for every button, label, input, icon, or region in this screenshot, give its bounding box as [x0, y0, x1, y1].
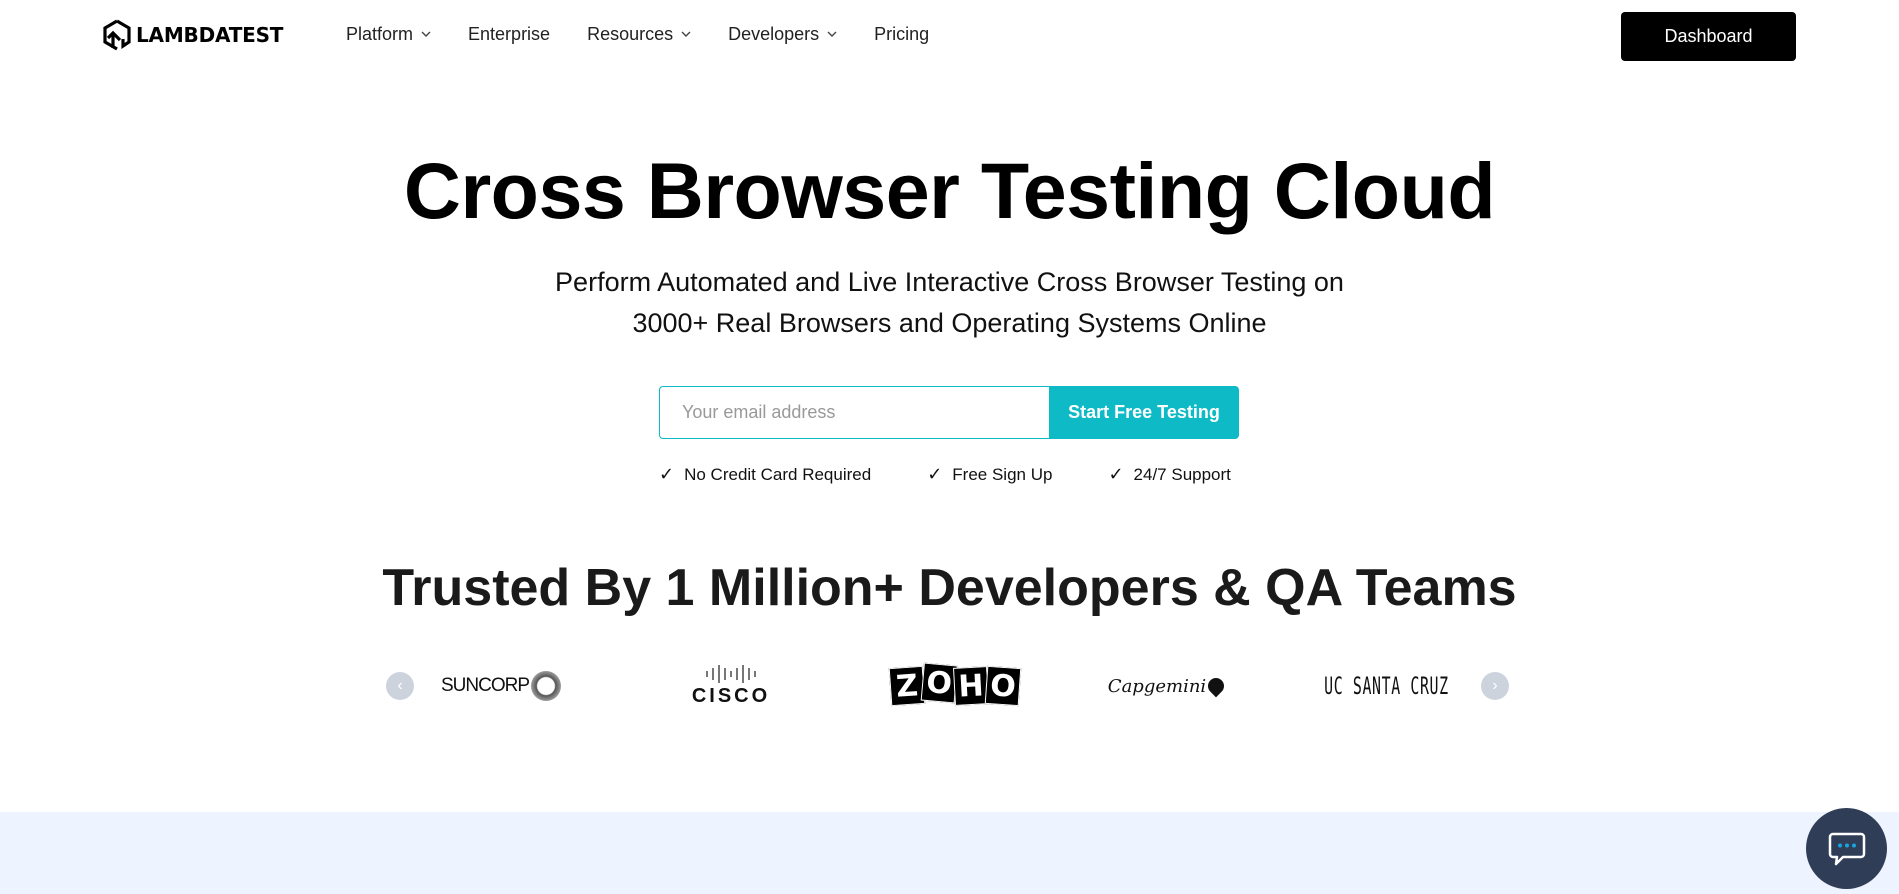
nav-developers-label: Developers [728, 24, 820, 44]
perk-label: 24/7 Support [1133, 464, 1231, 484]
perks-list: ✓ No Credit Card Required ✓ Free Sign Up… [659, 464, 1231, 485]
logo-cisco: CISCO [686, 655, 776, 717]
hero-subtitle-line-1: Perform Automated and Live Interactive C… [555, 267, 1344, 297]
capgemini-wordmark: Capgemini [1107, 675, 1207, 697]
logo-text: LAMBDATEST [136, 23, 284, 47]
email-input[interactable] [659, 386, 1049, 439]
zoho-tile: O [920, 662, 958, 704]
zoho-tile: Z [888, 665, 925, 707]
nav-developers[interactable]: Developers [728, 24, 837, 45]
nav-platform-label: Platform [346, 24, 414, 44]
check-icon: ✓ [659, 464, 675, 484]
nav-resources[interactable]: Resources [587, 24, 691, 45]
lambdatest-logo-icon [103, 19, 131, 51]
logo-capgemini: Capgemini [1106, 655, 1228, 717]
carousel-next-button[interactable]: › [1481, 672, 1509, 700]
hero-title: Cross Browser Testing Cloud [403, 146, 1496, 235]
cisco-bars-icon [706, 664, 756, 684]
hero-subtitle-line-2: 3000+ Real Browsers and Operating System… [632, 308, 1267, 338]
suncorp-wordmark: SUNCORP [440, 675, 530, 696]
site-header: LAMBDATEST Platform Enterprise Resources… [0, 0, 1899, 72]
nav-enterprise[interactable]: Enterprise [468, 24, 550, 45]
perk-free-sign-up: ✓ Free Sign Up [927, 464, 1052, 485]
chevron-down-icon [421, 31, 431, 37]
perk-support: ✓ 24/7 Support [1108, 464, 1230, 485]
chevron-down-icon [827, 31, 837, 37]
chat-bubble-icon [1828, 832, 1865, 865]
perk-no-credit-card: ✓ No Credit Card Required [659, 464, 871, 485]
logo-uc-santa-cruz: UC SANTA CRUZ [1321, 655, 1451, 717]
suncorp-ring-icon [531, 671, 561, 701]
hero-subtitle: Perform Automated and Live Interactive C… [0, 262, 1899, 344]
trusted-title: Trusted By 1 Million+ Developers & QA Te… [382, 559, 1517, 617]
carousel-prev-button[interactable]: ‹ [386, 672, 414, 700]
perk-label: No Credit Card Required [684, 464, 872, 484]
nav-enterprise-label: Enterprise [468, 24, 551, 44]
zoho-tile: O [984, 665, 1021, 707]
check-icon: ✓ [927, 464, 943, 484]
logo-carousel: ‹ SUNCORP CISCO Z O H O Capgemini UC SAN… [386, 655, 1514, 717]
logo[interactable]: LAMBDATEST [102, 19, 283, 51]
nav-resources-label: Resources [587, 24, 674, 44]
cisco-wordmark: CISCO [691, 685, 771, 707]
check-icon: ✓ [1108, 464, 1124, 484]
nav-platform[interactable]: Platform [346, 24, 431, 45]
capgemini-spade-icon [1204, 674, 1228, 698]
chevron-left-icon: ‹ [397, 677, 403, 694]
nav-pricing[interactable]: Pricing [874, 24, 929, 45]
nav-pricing-label: Pricing [874, 24, 930, 44]
zoho-tile: H [952, 666, 989, 706]
chevron-down-icon [681, 31, 691, 37]
perk-label: Free Sign Up [952, 464, 1053, 484]
start-free-testing-button[interactable]: Start Free Testing [1049, 386, 1239, 439]
chevron-right-icon: › [1492, 677, 1498, 694]
dashboard-button[interactable]: Dashboard [1621, 12, 1796, 61]
chat-widget-button[interactable] [1806, 808, 1887, 889]
ucsc-wordmark: UC SANTA CRUZ [1323, 672, 1449, 700]
next-section-band [0, 812, 1899, 894]
signup-form: Start Free Testing [659, 386, 1239, 439]
logo-suncorp: SUNCORP [436, 655, 566, 717]
logo-zoho: Z O H O [881, 655, 1026, 717]
main-nav: Platform Enterprise Resources Developers… [346, 24, 966, 45]
